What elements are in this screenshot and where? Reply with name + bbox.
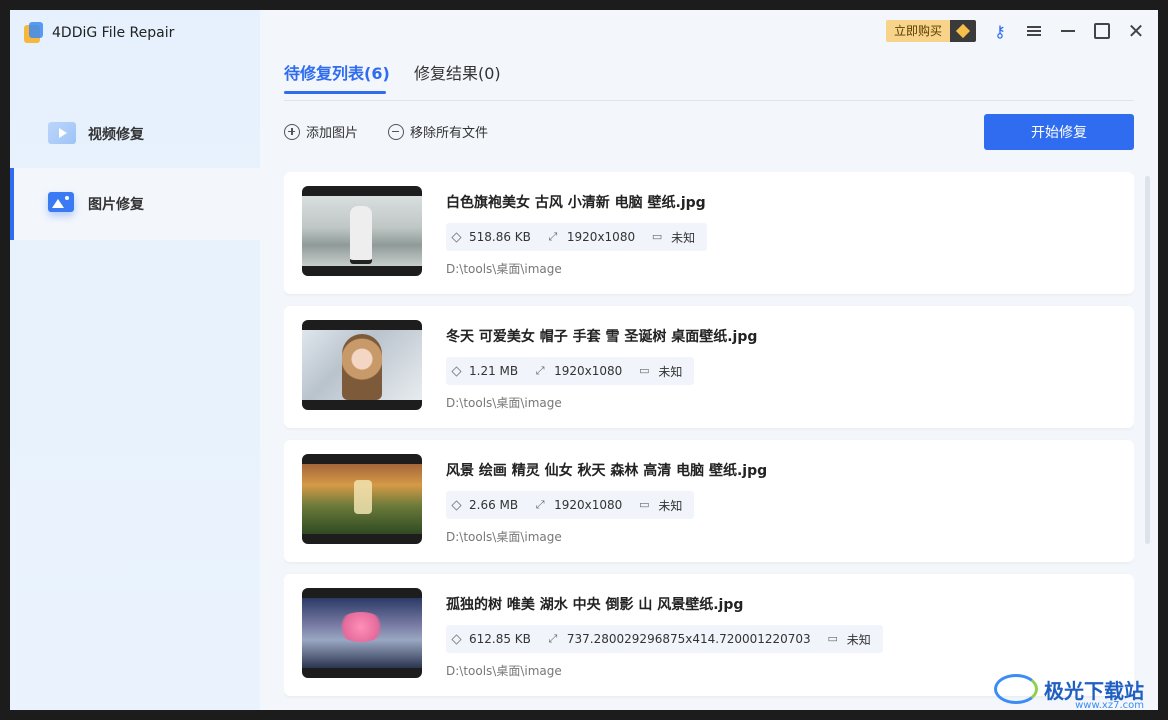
list-item[interactable]: 白色旗袍美女 古风 小清新 电脑 壁纸.jpg 518.86 KB ⤢ 1920x… bbox=[284, 172, 1134, 294]
cube-icon bbox=[451, 231, 462, 243]
file-meta: 2.66 MB ⤢ 1920x1080 ▭ 未知 bbox=[446, 491, 695, 519]
app-window: 4DDiG File Repair 视频修复 图片修复 立即购买 ⚷ ✕ 待修复… bbox=[10, 10, 1158, 710]
tab-pending-list[interactable]: 待修复列表(6) bbox=[284, 60, 390, 94]
camera-icon: ▭ bbox=[639, 498, 650, 511]
close-icon[interactable]: ✕ bbox=[1126, 19, 1146, 43]
resize-icon: ⤢ bbox=[548, 632, 558, 645]
file-meta: 518.86 KB ⤢ 1920x1080 ▭ 未知 bbox=[446, 223, 708, 251]
watermark-url: www.xz7.com bbox=[1075, 700, 1144, 710]
camera-icon: ▭ bbox=[651, 230, 663, 243]
titlebar-controls: 立即购买 ⚷ ✕ bbox=[885, 19, 1146, 43]
sidebar: 4DDiG File Repair 视频修复 图片修复 bbox=[10, 10, 260, 710]
image-icon bbox=[48, 192, 78, 216]
list-scrollbar[interactable] bbox=[1145, 176, 1150, 544]
file-path: D:\tools\桌面\image bbox=[446, 396, 562, 410]
minimize-icon[interactable] bbox=[1058, 21, 1078, 41]
sidebar-item-label: 视频修复 bbox=[88, 127, 144, 143]
file-duration: 未知 bbox=[658, 498, 683, 513]
camera-icon: ▭ bbox=[639, 364, 650, 377]
add-images-label: 添加图片 bbox=[306, 126, 359, 141]
brand: 4DDiG File Repair bbox=[24, 22, 174, 44]
file-resolution: 1920x1080 bbox=[554, 364, 623, 378]
file-size: 518.86 KB bbox=[469, 230, 531, 244]
app-title: 4DDiG File Repair bbox=[52, 25, 175, 41]
app-logo-icon bbox=[24, 22, 44, 44]
thumbnail bbox=[302, 320, 422, 410]
cube-icon bbox=[451, 499, 462, 511]
file-resolution: 1920x1080 bbox=[554, 498, 623, 512]
minus-circle-icon bbox=[388, 123, 404, 140]
resize-icon: ⤢ bbox=[535, 498, 545, 511]
list-item[interactable]: 风景 绘画 精灵 仙女 秋天 森林 高清 电脑 壁纸.jpg 2.66 MB ⤢… bbox=[284, 440, 1134, 562]
add-images-button[interactable]: 添加图片 bbox=[284, 122, 358, 141]
file-duration: 未知 bbox=[658, 364, 683, 379]
watermark-logo-icon bbox=[994, 674, 1038, 704]
remove-all-label: 移除所有文件 bbox=[410, 126, 489, 141]
file-name: 孤独的树 唯美 湖水 中央 倒影 山 风景壁纸.jpg bbox=[446, 597, 744, 613]
tab-repair-results[interactable]: 修复结果(0) bbox=[414, 60, 501, 94]
toolbar: 添加图片 移除所有文件 开始修复 bbox=[284, 114, 1134, 150]
file-meta: 612.85 KB ⤢ 737.280029296875x414.72000122… bbox=[446, 625, 883, 653]
remove-all-files-button[interactable]: 移除所有文件 bbox=[388, 122, 488, 141]
thumbnail bbox=[302, 454, 422, 544]
file-meta: 1.21 MB ⤢ 1920x1080 ▭ 未知 bbox=[446, 357, 695, 385]
sidebar-item-video-repair[interactable]: 视频修复 bbox=[10, 98, 260, 170]
camera-icon: ▭ bbox=[827, 632, 838, 645]
resize-icon: ⤢ bbox=[548, 230, 558, 243]
file-name: 风景 绘画 精灵 仙女 秋天 森林 高清 电脑 壁纸.jpg bbox=[446, 463, 768, 479]
cube-icon bbox=[451, 365, 462, 377]
file-size: 1.21 MB bbox=[469, 364, 519, 378]
file-name: 白色旗袍美女 古风 小清新 电脑 壁纸.jpg bbox=[446, 195, 706, 211]
resize-icon: ⤢ bbox=[535, 364, 545, 377]
key-icon[interactable]: ⚷ bbox=[990, 21, 1010, 41]
video-icon bbox=[48, 122, 78, 146]
maximize-icon[interactable] bbox=[1092, 21, 1112, 41]
file-list: 白色旗袍美女 古风 小清新 电脑 壁纸.jpg 518.86 KB ⤢ 1920x… bbox=[284, 172, 1134, 710]
sidebar-item-label: 图片修复 bbox=[88, 197, 144, 213]
list-item[interactable]: 冬天 可爱美女 帽子 手套 雪 圣诞树 桌面壁纸.jpg 1.21 MB ⤢ 19… bbox=[284, 306, 1134, 428]
start-repair-button[interactable]: 开始修复 bbox=[984, 114, 1134, 150]
file-resolution: 1920x1080 bbox=[566, 230, 636, 244]
tab-bar: 待修复列表(6) 修复结果(0) bbox=[284, 60, 1134, 101]
file-size: 612.85 KB bbox=[469, 632, 531, 646]
file-name: 冬天 可爱美女 帽子 手套 雪 圣诞树 桌面壁纸.jpg bbox=[446, 329, 758, 345]
buy-now-button[interactable]: 立即购买 bbox=[885, 20, 976, 42]
file-duration: 未知 bbox=[671, 230, 696, 245]
main-panel: 立即购买 ⚷ ✕ 待修复列表(6) 修复结果(0) 添加图片 移除所有文件 开始… bbox=[260, 10, 1158, 710]
file-size: 2.66 MB bbox=[469, 498, 519, 512]
diamond-icon bbox=[950, 20, 976, 42]
file-path: D:\tools\桌面\image bbox=[446, 262, 562, 276]
menu-icon[interactable] bbox=[1024, 21, 1044, 41]
watermark: 极光下载站 www.xz7.com bbox=[994, 674, 1144, 710]
file-duration: 未知 bbox=[846, 632, 871, 647]
file-path: D:\tools\桌面\image bbox=[446, 530, 562, 544]
buy-now-label: 立即购买 bbox=[885, 20, 950, 42]
thumbnail bbox=[302, 588, 422, 678]
cube-icon bbox=[451, 633, 462, 645]
file-path: D:\tools\桌面\image bbox=[446, 664, 562, 678]
sidebar-item-image-repair[interactable]: 图片修复 bbox=[10, 168, 260, 240]
plus-circle-icon bbox=[284, 123, 300, 140]
file-resolution: 737.280029296875x414.720001220703 bbox=[566, 632, 811, 646]
thumbnail bbox=[302, 186, 422, 276]
